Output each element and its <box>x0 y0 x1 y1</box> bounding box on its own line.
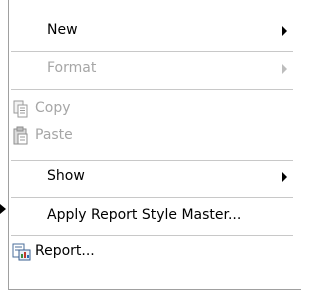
menu-item-copy-label: Copy <box>35 100 71 116</box>
paste-icon <box>13 126 28 145</box>
menu-separator <box>11 197 293 198</box>
menu-item-new-label: New <box>47 22 78 38</box>
menu-item-apply-report-style-master-label: Apply Report Style Master... <box>47 207 242 223</box>
menu-item-show[interactable]: Show <box>9 166 301 188</box>
menu-separator <box>11 51 293 52</box>
menu-separator <box>11 89 293 90</box>
menu-item-paste-label: Paste <box>35 127 73 143</box>
menu-item-report-label: Report... <box>35 243 95 259</box>
menu-item-report[interactable]: Report... <box>9 241 301 263</box>
submenu-arrow-icon <box>282 172 287 182</box>
submenu-arrow-icon <box>282 64 287 74</box>
menu-item-format[interactable]: Format <box>9 58 301 80</box>
menu-separator <box>11 160 293 161</box>
menu-item-apply-report-style-master[interactable]: Apply Report Style Master... <box>9 205 301 227</box>
menu-item-new[interactable]: New <box>9 20 301 42</box>
submenu-pointer-arrow-icon <box>0 204 6 214</box>
context-menu: New Format Copy Paste Show Apply Report … <box>8 0 301 290</box>
report-icon <box>12 243 31 261</box>
menu-item-copy[interactable]: Copy <box>9 98 301 120</box>
menu-item-format-label: Format <box>47 60 97 76</box>
menu-item-paste[interactable]: Paste <box>9 125 301 147</box>
menu-separator <box>11 235 293 236</box>
submenu-arrow-icon <box>282 26 287 36</box>
menu-item-show-label: Show <box>47 168 85 184</box>
copy-icon <box>13 100 28 118</box>
